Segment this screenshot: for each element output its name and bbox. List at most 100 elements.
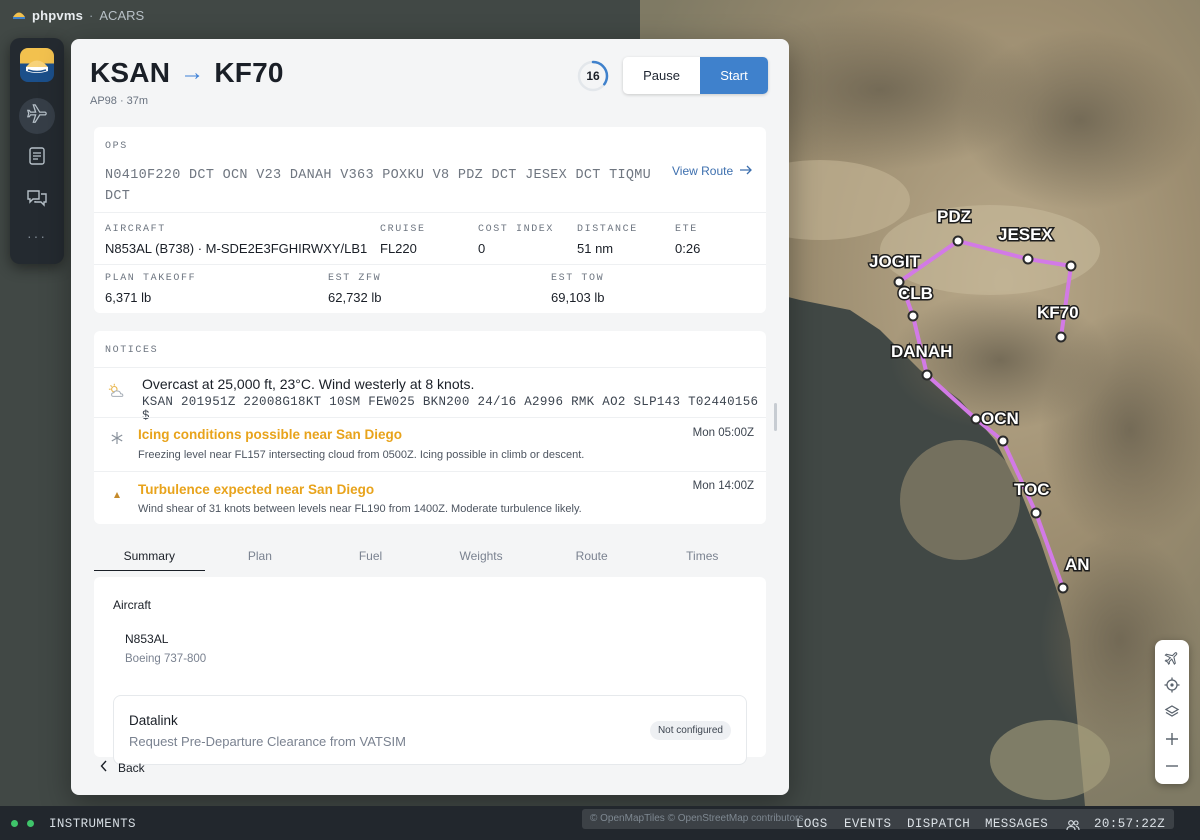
aircraft-field-label: AIRCRAFT	[105, 224, 166, 235]
est-tow-label: EST TOW	[551, 273, 605, 284]
notice-time: Mon 05:00Z	[692, 427, 754, 439]
tab-plan[interactable]: Plan	[205, 541, 316, 571]
notes-nav-button[interactable]	[19, 140, 55, 176]
countdown-timer: 16	[577, 60, 609, 92]
map-controls	[1155, 640, 1189, 784]
notice-description: Wind shear of 31 knots between levels ne…	[138, 503, 582, 515]
zoom-out-icon[interactable]	[1160, 754, 1184, 778]
flight-subtitle: AP98 · 37m	[90, 95, 149, 107]
plan-takeoff-value: 6,371 lb	[105, 290, 152, 305]
pause-button[interactable]: Pause	[623, 57, 700, 94]
waypoint-label: KF70	[1037, 303, 1079, 322]
route-arrow-icon: →	[180, 59, 205, 86]
connection-status-led	[11, 820, 18, 827]
cost-index-field-label: COST INDEX	[478, 224, 555, 235]
airplane-icon	[26, 103, 48, 130]
waypoint-marker[interactable]	[970, 413, 982, 425]
waypoint-label: JESEX	[998, 225, 1053, 244]
distance-field-value: 51 nm	[577, 241, 614, 256]
waypoint-marker[interactable]	[997, 435, 1009, 447]
tab-fuel[interactable]: Fuel	[315, 541, 426, 571]
icing-notice: Icing conditions possible near San Diego…	[94, 417, 766, 471]
distance-field: DISTANCE 51 nm	[577, 224, 638, 256]
waypoint-label: JOGIT	[869, 252, 921, 271]
airline-logo-icon[interactable]	[20, 48, 54, 82]
title-separator: ·	[89, 7, 94, 23]
more-icon[interactable]: ···	[27, 228, 47, 244]
ete-field-value: 0:26	[675, 241, 701, 256]
waypoint-marker[interactable]	[1030, 507, 1042, 519]
divider	[94, 264, 766, 265]
plan-takeoff-label: PLAN TAKEOFF	[105, 273, 197, 284]
waypoint-marker[interactable]	[1055, 331, 1067, 343]
distance-field-label: DISTANCE	[577, 224, 638, 235]
waypoint-label: AN	[1065, 555, 1090, 574]
waypoint-label: OCN	[981, 409, 1019, 428]
tab-summary[interactable]: Summary	[94, 541, 205, 571]
tab-times[interactable]: Times	[647, 541, 758, 571]
metar-notice: Overcast at 25,000 ft, 23°C. Wind wester…	[94, 367, 766, 423]
start-button[interactable]: Start	[700, 57, 768, 94]
app-brand: phpvms	[32, 7, 84, 23]
waypoint-marker[interactable]	[1065, 260, 1077, 272]
snowflake-icon	[108, 429, 126, 447]
scrollbar-thumb[interactable]	[774, 403, 777, 431]
aircraft-registration: N853AL	[125, 632, 169, 646]
flight-header: KSAN → KF70 AP98 · 37m	[90, 57, 284, 107]
chat-bubbles-icon	[26, 188, 48, 213]
sim-status-led	[27, 820, 34, 827]
status-badge: Not configured	[649, 721, 731, 740]
plan-takeoff-field: PLAN TAKEOFF 6,371 lb	[105, 273, 196, 305]
detail-tabs: Summary Plan Fuel Weights Route Times	[94, 541, 766, 571]
ete-field-label: ETE	[675, 224, 698, 235]
locate-icon[interactable]	[1160, 673, 1184, 697]
waypoint-label: DANAH	[891, 342, 952, 361]
waypoint-marker[interactable]	[907, 310, 919, 322]
aircraft-type: Boeing 737-800	[125, 653, 207, 665]
aircraft-field: AIRCRAFT N853AL (B738) · M-SDE2E3FGHIRWX…	[105, 224, 367, 256]
instruments-button[interactable]: INSTRUMENTS	[49, 817, 136, 831]
notice-time: Mon 14:00Z	[692, 480, 754, 492]
tab-weights[interactable]: Weights	[426, 541, 537, 571]
waypoint-marker[interactable]	[1057, 582, 1069, 594]
datalink-card[interactable]: Datalink Request Pre-Departure Clearance…	[113, 695, 747, 765]
left-rail: ···	[10, 38, 64, 264]
turbulence-notice: Turbulence expected near San Diego Mon 1…	[94, 471, 766, 524]
waypoint-label: CLB	[898, 284, 933, 303]
waypoint-marker[interactable]	[921, 369, 933, 381]
flight-controls: Pause Start	[623, 57, 768, 94]
arrow-right-icon	[739, 164, 753, 178]
back-button[interactable]: Back	[100, 760, 145, 775]
recenter-plane-icon[interactable]	[1160, 646, 1184, 670]
cost-index-field-value: 0	[478, 241, 486, 256]
cruise-field-value: FL220	[380, 241, 417, 256]
est-zfw-label: EST ZFW	[328, 273, 382, 284]
map-attribution: © OpenMapTiles © OpenStreetMap contribut…	[582, 809, 1174, 829]
ops-card: OPS N0410F220 DCT OCN V23 DANAH V363 POX…	[94, 127, 766, 313]
ops-label: OPS	[105, 141, 128, 152]
messages-nav-button[interactable]	[19, 182, 55, 218]
waypoint-label: PDZ	[937, 207, 971, 226]
summary-heading: Aircraft	[113, 598, 152, 612]
waypoint-marker[interactable]	[952, 235, 964, 247]
divider	[94, 212, 766, 213]
est-zfw-field: EST ZFW 62,732 lb	[328, 273, 382, 305]
notice-description: Freezing level near FL157 intersecting c…	[138, 449, 585, 461]
view-route-link[interactable]: View Route	[672, 164, 753, 178]
aircraft-field-value: N853AL (B738) · M-SDE2E3FGHIRWXY/LB1	[105, 241, 368, 256]
datalink-subtitle: Request Pre-Departure Clearance from VAT…	[129, 734, 406, 749]
flight-nav-button[interactable]	[19, 98, 55, 134]
notice-title: Icing conditions possible near San Diego	[138, 427, 403, 442]
app-title-bar: phpvms · ACARS	[12, 6, 144, 24]
destination-airport: KF70	[214, 57, 284, 88]
metar-summary: Overcast at 25,000 ft, 23°C. Wind wester…	[142, 376, 475, 392]
back-label: Back	[118, 760, 145, 775]
cruise-field-label: CRUISE	[380, 224, 426, 235]
origin-airport: KSAN	[90, 57, 171, 88]
tab-route[interactable]: Route	[536, 541, 647, 571]
notices-label: NOTICES	[105, 345, 159, 356]
partly-cloudy-icon	[108, 382, 126, 400]
layers-icon[interactable]	[1160, 700, 1184, 724]
zoom-in-icon[interactable]	[1160, 727, 1184, 751]
waypoint-marker[interactable]	[1022, 253, 1034, 265]
